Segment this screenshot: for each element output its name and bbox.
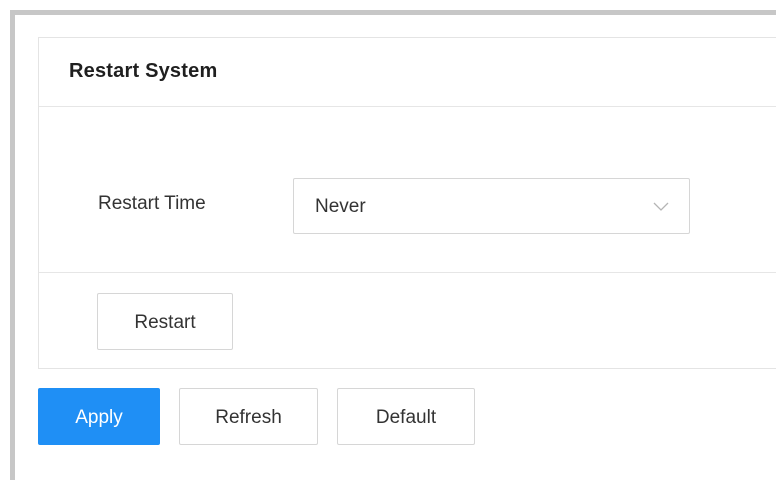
section-divider	[39, 272, 776, 273]
chevron-down-icon	[653, 202, 669, 211]
restart-time-select[interactable]: Never	[293, 178, 690, 234]
header-divider	[39, 106, 776, 107]
panel-title: Restart System	[69, 60, 218, 82]
apply-button[interactable]: Apply	[38, 388, 160, 445]
restart-system-panel: Restart System Restart Time Never Restar…	[38, 37, 776, 369]
restart-time-label: Restart Time	[98, 193, 206, 214]
default-button[interactable]: Default	[337, 388, 475, 445]
refresh-button[interactable]: Refresh	[179, 388, 318, 445]
restart-time-value: Never	[315, 196, 366, 217]
restart-button[interactable]: Restart	[97, 293, 233, 350]
